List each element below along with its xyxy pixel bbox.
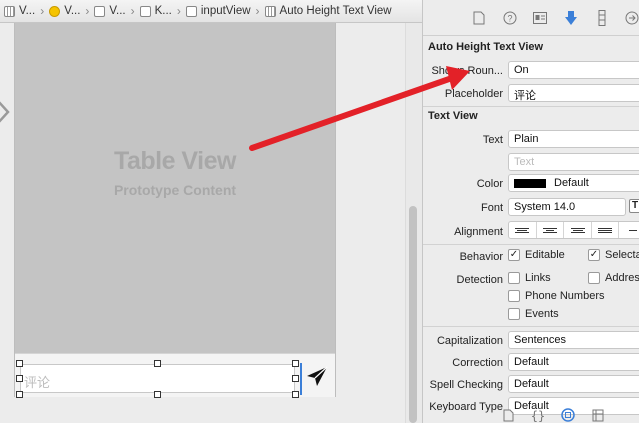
- correction-label: Correction: [452, 357, 503, 369]
- resize-handle[interactable]: [292, 360, 299, 367]
- storyboard-canvas[interactable]: Table View Prototype Content 评论: [0, 23, 422, 423]
- align-center-icon[interactable]: [537, 222, 565, 238]
- align-right-icon[interactable]: [564, 222, 592, 238]
- spell-checking-label: Spell Checking: [429, 379, 503, 391]
- view-icon: [94, 5, 106, 17]
- size-inspector-icon[interactable]: [594, 9, 610, 26]
- attributes-inspector-icon[interactable]: [563, 10, 579, 26]
- breadcrumb-item[interactable]: V...: [49, 5, 80, 17]
- shows-round-label: Shows Roun...: [431, 65, 503, 77]
- behavior-label: Behavior: [459, 251, 503, 263]
- media-library-icon[interactable]: [591, 408, 605, 422]
- font-field[interactable]: System 14.0: [508, 198, 626, 216]
- attributes-inspector: ? Auto Height Text View Shows Roun... On…: [422, 0, 639, 423]
- table-view-subtitle: Prototype Content: [113, 182, 237, 198]
- section-divider: [423, 244, 639, 245]
- capitalization-label: Capitalization: [436, 335, 503, 347]
- placeholder-input[interactable]: 评论: [508, 84, 639, 102]
- text-type-select[interactable]: Plain: [508, 130, 639, 148]
- code-snippet-icon[interactable]: {}: [531, 408, 545, 422]
- spell-checking-select[interactable]: Default: [508, 375, 639, 393]
- links-checkbox[interactable]: Links: [508, 272, 551, 284]
- section-divider: [423, 326, 639, 327]
- text-view-placeholder: 评论: [24, 375, 51, 390]
- text-label: Text: [482, 134, 503, 146]
- breadcrumb-item[interactable]: K...: [139, 5, 172, 17]
- view-controller-scene[interactable]: Table View Prototype Content 评论: [14, 23, 336, 398]
- section-title-auto-height: Auto Height Text View: [428, 41, 544, 53]
- view-icon: [185, 5, 197, 17]
- selectable-checkbox[interactable]: ✓ Selecta: [588, 249, 639, 261]
- segue-chevron-icon: [0, 101, 10, 123]
- breadcrumb-item[interactable]: inputView: [185, 5, 251, 17]
- table-view[interactable]: Table View Prototype Content: [15, 23, 335, 353]
- alignment-segmented-control: [508, 221, 639, 239]
- resize-handle[interactable]: [16, 360, 23, 367]
- color-swatch: [514, 178, 546, 188]
- breadcrumb-separator: ›: [255, 4, 260, 18]
- editable-checkbox[interactable]: ✓ Editable: [508, 249, 565, 261]
- breadcrumb-item[interactable]: V...: [94, 5, 126, 17]
- table-view-title: Table View: [114, 147, 236, 175]
- library-tab-bar: {}: [423, 408, 639, 423]
- section-divider: [423, 106, 639, 107]
- checkmark-icon: ✓: [588, 249, 600, 261]
- address-checkbox[interactable]: Addres: [588, 272, 639, 284]
- breadcrumb-separator: ›: [40, 4, 45, 18]
- breadcrumb-separator: ›: [85, 4, 90, 18]
- breadcrumb-item[interactable]: V...: [4, 5, 35, 17]
- align-natural-icon[interactable]: [619, 222, 639, 238]
- color-label: Color: [476, 178, 503, 190]
- file-inspector-icon[interactable]: [471, 10, 487, 26]
- align-left-icon[interactable]: [509, 222, 537, 238]
- send-icon[interactable]: [305, 365, 329, 389]
- font-picker-icon[interactable]: T: [629, 199, 639, 213]
- textview-icon: [264, 5, 276, 17]
- detection-label: Detection: [456, 274, 503, 286]
- input-view[interactable]: 评论: [15, 353, 335, 398]
- inspector-tab-bar: ?: [423, 0, 639, 36]
- connections-inspector-icon[interactable]: [624, 10, 639, 26]
- file-template-icon[interactable]: [501, 408, 515, 422]
- object-library-icon[interactable]: [561, 408, 575, 422]
- auto-height-text-view[interactable]: 评论: [20, 364, 295, 393]
- svg-text:?: ?: [507, 13, 512, 23]
- text-content-input[interactable]: Text: [508, 153, 639, 171]
- canvas-scrollbar-thumb[interactable]: [409, 206, 417, 423]
- file-icon: [4, 5, 15, 17]
- identity-inspector-icon[interactable]: [532, 10, 548, 26]
- phone-numbers-checkbox[interactable]: Phone Numbers: [508, 290, 605, 302]
- breadcrumb-item[interactable]: Auto Height Text View: [264, 5, 392, 17]
- resize-handle[interactable]: [16, 391, 23, 398]
- quick-help-icon[interactable]: ?: [502, 10, 518, 26]
- resize-handle[interactable]: [16, 375, 23, 382]
- placeholder-label: Placeholder: [444, 88, 503, 100]
- resize-handle[interactable]: [292, 375, 299, 382]
- breadcrumb-separator: ›: [176, 4, 181, 18]
- resize-handle[interactable]: [154, 391, 161, 398]
- view-icon: [139, 5, 151, 17]
- yellow-circle-icon: [49, 5, 61, 17]
- jump-bar: V... › V... › V... › K... › inputView › …: [0, 0, 422, 23]
- alignment-guide: [300, 363, 302, 395]
- color-select[interactable]: Default: [508, 174, 639, 192]
- section-title-text-view: Text View: [428, 110, 478, 122]
- resize-handle[interactable]: [292, 391, 299, 398]
- checkmark-icon: ✓: [508, 249, 520, 261]
- alignment-label: Alignment: [454, 226, 503, 238]
- capitalization-select[interactable]: Sentences: [508, 331, 639, 349]
- events-checkbox[interactable]: Events: [508, 308, 559, 320]
- breadcrumb-separator: ›: [130, 4, 135, 18]
- align-justify-icon[interactable]: [592, 222, 620, 238]
- correction-select[interactable]: Default: [508, 353, 639, 371]
- font-label: Font: [480, 202, 503, 214]
- svg-text:{}: {}: [531, 409, 545, 422]
- shows-round-select[interactable]: On: [508, 61, 639, 79]
- resize-handle[interactable]: [154, 360, 161, 367]
